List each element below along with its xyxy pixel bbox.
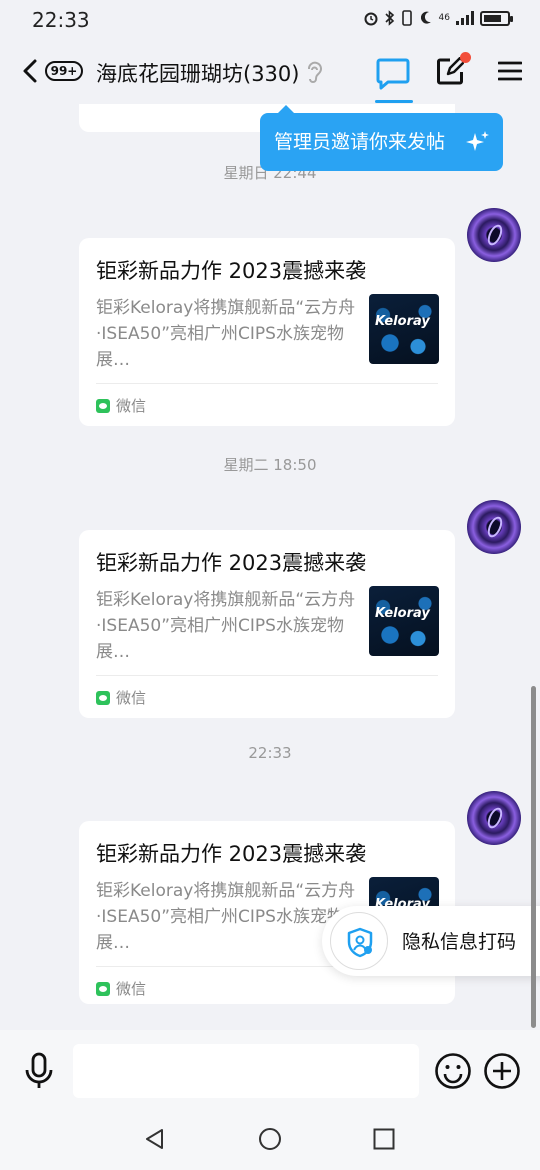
invite-post-tooltip[interactable]: 管理员邀请你来发帖 [260,105,503,171]
bluetooth-icon [384,10,394,26]
vibrate-icon [401,10,412,26]
message-card[interactable]: 钜彩新品力作 2023震撼来袭 钜彩Keloray将携旗舰新品“云方舟·ISEA… [79,530,455,718]
privacy-label: 隐私信息打码 [402,931,517,953]
card-title: 钜彩新品力作 2023震撼来袭 [96,842,367,866]
card-divider [96,383,438,384]
card-source: 微信 [96,978,146,999]
card-description: 钜彩Keloray将携旗舰新品“云方舟·ISEA50”亮相广州CIPS水族宠物展… [96,590,356,662]
unread-badge[interactable]: 99+ [45,61,83,81]
nav-recent-apps-icon[interactable] [373,1128,395,1150]
privacy-mask-button[interactable]: 隐私信息打码 [322,906,540,976]
avatar[interactable] [467,791,521,845]
card-description: 钜彩Keloray将携旗舰新品“云方舟·ISEA50”亮相广州CIPS水族宠物展… [96,881,356,953]
card-source: 微信 [96,395,146,416]
status-bar: 22:33 46 [0,0,540,40]
chat-header: 99+ 海底花园珊瑚坊(330) [0,40,540,104]
card-source-label: 微信 [116,397,147,415]
ear-icon [308,61,322,83]
card-divider [96,675,438,676]
wechat-icon [96,981,110,996]
system-nav-bar [0,1110,540,1170]
thumbnail-brand-text: Keloray [375,314,430,329]
shield-user-icon [347,927,373,958]
card-thumbnail: Keloray [369,294,439,364]
status-icons: 46 [363,10,513,26]
card-source-label: 微信 [116,689,147,707]
message-input[interactable] [73,1044,419,1098]
signal-icon [456,11,474,25]
avatar[interactable] [467,208,521,262]
moon-icon [420,11,431,24]
thumbnail-brand-text: Keloray [375,606,430,621]
sparkle-icon [466,131,489,151]
card-source-label: 微信 [116,980,147,998]
card-description: 钜彩Keloray将携旗舰新品“云方舟·ISEA50”亮相广州CIPS水族宠物展… [96,298,356,370]
emoji-icon[interactable] [434,1052,472,1090]
card-title: 钜彩新品力作 2023震撼来袭 [96,259,367,283]
chat-area[interactable]: 微信 星期日 22:44 钜彩新品力作 2023震撼来袭 钜彩Keloray将携… [0,104,540,1030]
new-post-dot [460,52,471,63]
time-divider: 22:33 [248,744,292,762]
chat-bubble-icon[interactable] [374,56,412,102]
nav-back-icon[interactable] [143,1127,167,1151]
card-thumbnail: Keloray [369,586,439,656]
input-bar [0,1030,540,1110]
network-type: 46 [438,12,450,23]
group-title[interactable]: 海底花园珊瑚坊(330) [96,58,299,88]
status-time: 22:33 [32,8,90,32]
time-divider: 星期二 18:50 [223,456,317,474]
plus-icon[interactable] [483,1052,521,1090]
message-card[interactable]: 钜彩新品力作 2023震撼来袭 钜彩Keloray将携旗舰新品“云方舟·ISEA… [79,238,455,426]
menu-icon[interactable] [498,60,522,82]
wechat-icon [96,690,110,705]
nav-home-icon[interactable] [258,1127,282,1151]
privacy-icon-circle [330,912,388,970]
alarm-icon [364,12,378,26]
wechat-icon [96,398,110,413]
card-source: 微信 [96,687,146,708]
active-tab-indicator [375,100,413,103]
card-title: 钜彩新品力作 2023震撼来袭 [96,551,367,575]
edit-post-icon[interactable] [436,57,464,85]
battery-icon [480,10,513,26]
tooltip-text: 管理员邀请你来发帖 [274,131,446,153]
avatar[interactable] [467,500,521,554]
scrollbar[interactable] [531,686,536,1028]
back-arrow-icon[interactable] [20,58,40,84]
microphone-icon[interactable] [24,1052,54,1090]
